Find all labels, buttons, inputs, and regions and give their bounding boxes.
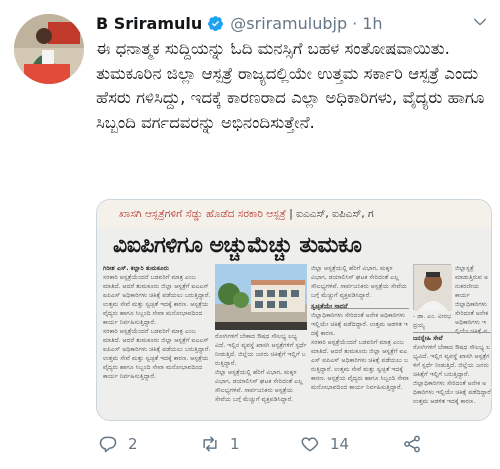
news-column-2-text-repeat: ಜಿಲ್ಲಾ ಆಸ್ಪತ್ರೆಯಲ್ಲಿ ಹೆರಿಗೆ ವಿಭಾಗ, ಮಕ್ಕಳ… [215,369,303,403]
news-column-4-text: ರೋಗಿಗಳಿಗೆ ಬೇಕಾದ ಔಷಧ ಸೌಲಭ್ಯ ಲಭ್ಯವಿದೆ. ಇಲ್… [413,344,491,378]
reply-button[interactable]: 2 [98,428,138,460]
tweet-media-image[interactable]: ಖಾಸಗಿ ಆಸ್ಪತ್ರೆಗಳಿಗೆ ಸೆಡ್ಡು ಹೊಡೆದ ಸರಕಾರಿ … [96,199,492,421]
news-column-1: ಗಿರೀಶ ಎಸ್. ಕಲ್ಲಾರಿ ತುಮಕೂರು ಸರಕಾರಿ ಆಸ್ಪತ್… [103,264,211,420]
reply-icon [99,436,117,453]
news-column-2-text: ರೋಗಿಗಳಿಗೆ ಬೇಕಾದ ಔಷಧ ಸೌಲಭ್ಯ ಲಭ್ಯವಿದೆ. ಇಲ್… [215,333,307,367]
news-subhead-2: ಜನಸ್ನೇಹಿ ಸೇವೆ [413,335,443,342]
tweet-header: B Sriramulu @sriramulubjp · 1h [96,10,488,36]
doctor-portrait-image [414,265,452,311]
share-button[interactable] [402,428,432,460]
tweet-text: ಈ ಧನಾತ್ಮಕ ಸುದ್ದಿಯನ್ನು ಓದಿ ಮನಸ್ಸಿಗೆ ಬಹಳ ಸ… [96,39,485,132]
like-count: 14 [330,435,350,453]
like-button[interactable]: 14 [300,428,349,460]
author-name[interactable]: B Sriramulu [96,14,202,33]
news-kicker-tail: | ಐಎಎಸ್, ಐಪಿಎಸ್, ಗ [285,208,374,220]
news-quote: - ಡಾ. ಎಂ. ವೀರಭದ್ರಯ್ಯ [413,312,453,332]
news-kicker-main: ಖಾಸಗಿ ಆಸ್ಪತ್ರೆಗಳಿಗೆ ಸೆಡ್ಡು ಹೊಡೆದ ಸರಕಾರಿ … [119,208,286,220]
news-column-5-text: ಜಿಲ್ಲಾಸ್ಪತ್ರೆ ಮಾಡುತ್ತಿರುವ ಅನುಕರಣೀಯ ಕಾರ್ಯ [455,265,489,299]
avatar-photo [14,14,84,84]
verified-badge-icon [208,15,224,31]
news-column-3-text-2: ಜಿಲ್ಲಾಧಿಕಾರಿಗಳು ಸೇರಿದಂತೆ ಅನೇಕ ಅಧಿಕಾರಿಗಳು… [311,312,408,337]
news-quote-text: - ಡಾ. ಎಂ. ವೀರಭದ್ರಯ್ಯ [413,313,452,329]
news-headline: ವಿಐಪಿಗಳಿಗೂ ಅಚ್ಚುಮೆಚ್ಚು ತುಮಕೂ [113,232,362,258]
header-separator: · [352,13,358,33]
news-column-3-text: ಜಿಲ್ಲಾ ಆಸ್ಪತ್ರೆಯಲ್ಲಿ ಹೆರಿಗೆ ವಿಭಾಗ, ಮಕ್ಕಳ… [311,265,407,299]
news-divider [311,308,409,309]
reply-count: 2 [128,435,138,453]
news-column-2: ರೋಗಿಗಳಿಗೆ ಬೇಕಾದ ಔಷಧ ಸೌಲಭ್ಯ ಲಭ್ಯವಿದೆ. ಇಲ್… [215,332,307,420]
news-column-1-text-repeat: ಸರಕಾರಿ ಆಸ್ಪತ್ರೆಯೆಂದರೆ ಬಡವರಿಗೆ ಮಾತ್ರ ಎಂಬ … [103,328,211,380]
news-subhead-1: ಸ್ವಚ್ಛತೆಯೇ ಸಾಧನೆ [311,303,348,310]
news-divider [413,332,491,333]
news-column-5: ಜಿಲ್ಲಾಸ್ಪತ್ರೆ ಮಾಡುತ್ತಿರುವ ಅನುಕರಣೀಯ ಕಾರ್ಯ… [455,264,491,334]
hospital-building-image [215,264,307,330]
author-handle[interactable]: @sriramulubjp [230,14,347,33]
news-kicker: ಖಾಸಗಿ ಆಸ್ಪತ್ರೆಗಳಿಗೆ ಸೆಡ್ಡು ಹೊಡೆದ ಸರಕಾರಿ … [97,200,491,228]
heart-icon [301,437,319,452]
avatar[interactable] [14,14,84,84]
chevron-down-icon[interactable] [472,14,488,30]
news-column-4-text-2: ಜಿಲ್ಲಾಧಿಕಾರಿಗಳು ಸೇರಿದಂತೆ ಅನೇಕ ಅಧಿಕಾರಿಗಳು… [413,380,492,405]
news-column-3-text-3: ಸರಕಾರಿ ಆಸ್ಪತ್ರೆಯೆಂದರೆ ಬಡವರಿಗೆ ಮಾತ್ರ ಎಂಬ … [311,339,409,391]
hospital-photo [215,264,307,330]
share-icon [404,435,420,453]
retweet-button[interactable]: 1 [200,428,240,460]
retweet-icon [203,436,217,452]
doctor-portrait [413,264,452,311]
tweet-actions: 2 1 14 [96,428,492,460]
news-column-3: ಜಿಲ್ಲಾ ಆಸ್ಪತ್ರೆಯಲ್ಲಿ ಹೆರಿಗೆ ವಿಭಾಗ, ಮಕ್ಕಳ… [311,264,409,420]
tweet-timestamp[interactable]: 1h [362,14,382,33]
news-column-1-text: ಸರಕಾರಿ ಆಸ್ಪತ್ರೆಯೆಂದರೆ ಬಡವರಿಗೆ ಮಾತ್ರ ಎಂಬ … [103,274,211,326]
news-column-5-text-2: ಜಿಲ್ಲಾಧಿಕಾರಿಗಳು ಸೇರಿದಂತೆ ಅನೇಕ ಅಧಿಕಾರಿಗಳು… [455,301,489,334]
retweet-count: 1 [230,435,240,453]
news-column-4: ಜನಸ್ನೇಹಿ ಸೇವೆ ರೋಗಿಗಳಿಗೆ ಬೇಕಾದ ಔಷಧ ಸೌಲಭ್ಯ… [413,334,492,420]
news-byline: ಗಿರೀಶ ಎಸ್. ಕಲ್ಲಾರಿ ತುಮಕೂರು [103,265,169,272]
